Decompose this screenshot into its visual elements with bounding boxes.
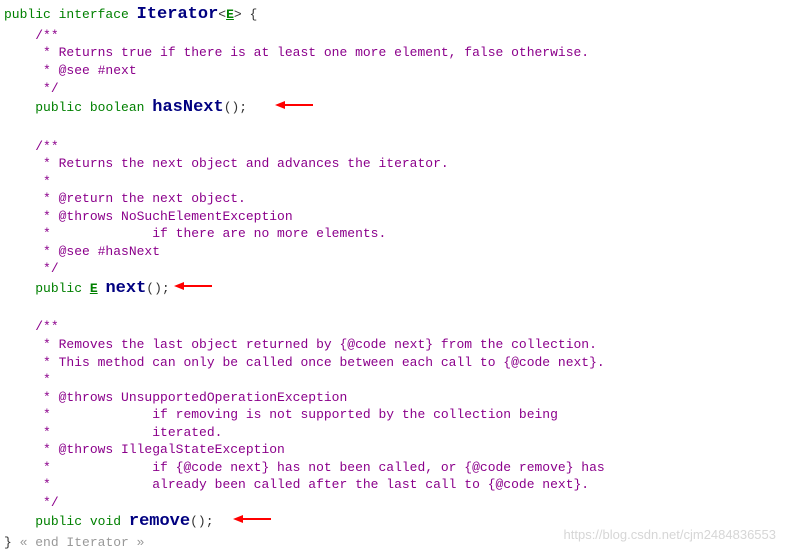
keyword-public: public <box>35 100 82 115</box>
javadoc-open: /** <box>35 139 58 154</box>
keyword-interface: interface <box>59 7 129 22</box>
javadoc-line: * Returns the next object and advances t… <box>35 156 448 171</box>
method-parens: (); <box>190 514 213 529</box>
type-parameter: E <box>226 7 234 22</box>
angle-close: > <box>234 7 242 22</box>
javadoc-line: * already been called after the last cal… <box>35 477 589 492</box>
javadoc-line: * iterated. <box>35 425 222 440</box>
javadoc-line: * if removing is not supported by the co… <box>35 407 558 422</box>
javadoc-line: * Removes the last object returned by {@… <box>35 337 597 352</box>
method-next: next <box>105 279 146 298</box>
return-type: boolean <box>90 100 145 115</box>
javadoc-line: * @return the next object. <box>35 191 246 206</box>
arrow-icon <box>229 512 273 532</box>
javadoc-line: * if {@code next} has not been called, o… <box>35 460 605 475</box>
method-parens: (); <box>224 100 247 115</box>
javadoc-line: * @throws UnsupportedOperationException <box>35 390 347 405</box>
keyword-public: public <box>35 514 82 529</box>
angle-open: < <box>218 7 226 22</box>
keyword-public: public <box>35 281 82 296</box>
keyword-public: public <box>4 7 51 22</box>
javadoc-line: * @throws NoSuchElementException <box>35 209 292 224</box>
javadoc-close: */ <box>35 495 58 510</box>
return-type: void <box>90 514 121 529</box>
javadoc-line: * <box>35 174 51 189</box>
method-parens: (); <box>146 281 169 296</box>
arrow-icon <box>170 279 214 299</box>
brace-open: { <box>250 7 258 22</box>
arrow-icon <box>271 98 315 118</box>
javadoc-open: /** <box>35 28 58 43</box>
javadoc-line: * This method can only be called once be… <box>35 355 605 370</box>
brace-close: } <box>4 535 12 550</box>
javadoc-line: * @see #next <box>35 63 136 78</box>
javadoc-close: */ <box>35 81 58 96</box>
javadoc-line: * Returns true if there is at least one … <box>35 45 589 60</box>
watermark-text: https://blog.csdn.net/cjm2484836553 <box>564 526 776 544</box>
return-type: E <box>90 281 98 296</box>
end-comment: « end Iterator » <box>20 535 145 550</box>
javadoc-line: * @throws IllegalStateException <box>35 442 285 457</box>
interface-name: Iterator <box>137 5 219 24</box>
javadoc-line: * @see #hasNext <box>35 244 160 259</box>
javadoc-open: /** <box>35 319 58 334</box>
method-hasNext: hasNext <box>152 98 223 117</box>
method-remove: remove <box>129 512 190 531</box>
javadoc-line: * <box>35 372 51 387</box>
javadoc-line: * if there are no more elements. <box>35 226 386 241</box>
javadoc-close: */ <box>35 261 58 276</box>
code-block: public interface Iterator<E> { /** * Ret… <box>4 4 786 552</box>
